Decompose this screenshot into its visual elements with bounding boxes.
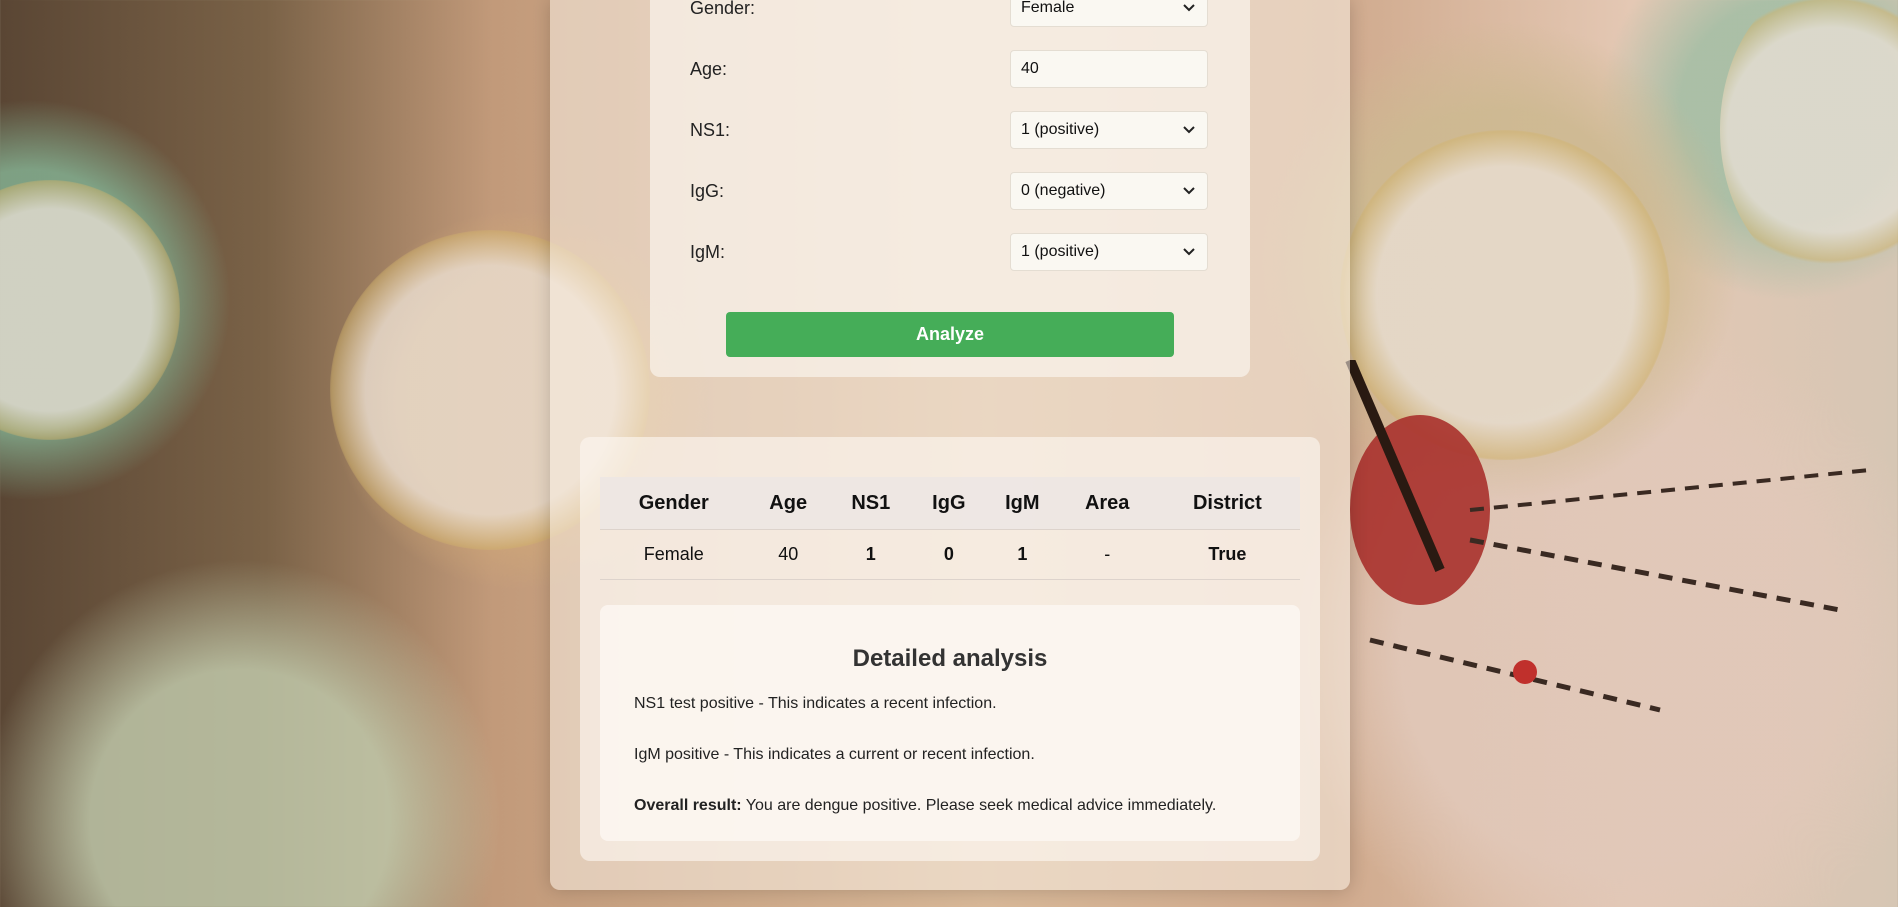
overall-result-text: You are dengue positive. Please seek med… [745,797,1217,814]
column-header-ns1: NS1 [828,477,913,530]
chevron-down-icon [1181,244,1197,260]
igm-select-value: 1 (positive) [1021,243,1100,260]
gender-select-value: Female [1021,0,1075,16]
column-header-gender: Gender [600,477,748,530]
ns1-analysis-text: NS1 test positive - This indicates a rec… [634,695,997,712]
column-header-age: Age [747,477,829,530]
ns1-select[interactable]: 1 (positive) [1010,111,1208,149]
chevron-down-icon [1181,0,1197,16]
igg-select[interactable]: 0 (negative) [1010,172,1208,210]
table-row: Female 40 1 0 1 - True [600,529,1300,580]
igm-analysis-text: IgM positive - This indicates a current … [634,746,1035,763]
overall-result: Overall result: You are dengue positive.… [634,797,1266,815]
results-table: Gender Age NS1 IgG IgM Area District Fem… [600,477,1300,580]
age-input-value: 40 [1021,60,1039,77]
igm-select[interactable]: 1 (positive) [1010,233,1208,271]
chevron-down-icon [1181,122,1197,138]
detailed-analysis-panel: Detailed analysis NS1 test positive - Th… [600,605,1300,841]
cell-ns1: 1 [828,529,913,580]
analysis-title: Detailed analysis [852,645,1048,672]
table-header-row: Gender Age NS1 IgG IgM Area District [600,477,1300,530]
age-row: Age: 40 [690,49,1210,89]
cell-gender: Female [600,529,748,580]
cell-age: 40 [747,529,829,580]
chevron-down-icon [1181,183,1197,199]
igg-row: IgG: 0 (negative) [690,171,1210,211]
cell-area: - [1059,529,1155,580]
igg-select-value: 0 (negative) [1021,182,1106,199]
virus-illustration [1720,0,1898,280]
mosquito-illustration [1345,360,1871,713]
ns1-select-value: 1 (positive) [1021,121,1100,138]
virus-illustration [0,180,180,440]
overall-result-label: Overall result: [634,797,742,814]
gender-select[interactable]: Female [1010,0,1208,27]
column-header-district: District [1154,477,1300,530]
analyze-button[interactable]: Analyze [726,312,1174,357]
column-header-area: Area [1059,477,1155,530]
ns1-row: NS1: 1 (positive) [690,110,1210,150]
gender-row: Gender: Female [690,0,1210,28]
cell-igg: 0 [912,529,986,580]
cell-district: True [1154,529,1300,580]
cell-igm: 1 [985,529,1060,580]
column-header-igm: IgM [985,477,1060,530]
igm-row: IgM: 1 (positive) [690,232,1210,272]
column-header-igg: IgG [912,477,986,530]
age-input[interactable]: 40 [1010,50,1208,88]
